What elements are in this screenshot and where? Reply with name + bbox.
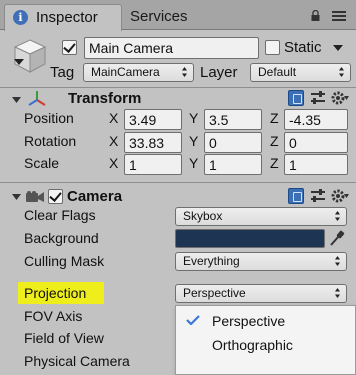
gear-icon[interactable] bbox=[331, 188, 349, 204]
scale-y-axis-label[interactable]: Y bbox=[189, 155, 198, 171]
menu-icon[interactable] bbox=[332, 10, 346, 22]
position-z-axis-label[interactable]: Z bbox=[270, 110, 279, 126]
position-x-axis-label[interactable]: X bbox=[109, 110, 118, 126]
help-book-icon[interactable] bbox=[288, 90, 304, 106]
divider bbox=[0, 182, 356, 183]
clear-flags-label: Clear Flags bbox=[24, 207, 96, 223]
help-book-icon[interactable] bbox=[288, 188, 304, 204]
updown-arrows-icon bbox=[339, 67, 344, 77]
layer-dropdown[interactable]: Default bbox=[250, 63, 351, 82]
layer-dropdown-value: Default bbox=[258, 65, 297, 79]
rotation-x-axis-label[interactable]: X bbox=[109, 133, 118, 149]
background-label: Background bbox=[24, 230, 99, 246]
gear-icon[interactable] bbox=[331, 90, 349, 106]
updown-arrows-icon bbox=[182, 67, 187, 77]
popup-option-perspective[interactable]: Perspective bbox=[176, 309, 355, 333]
position-y-field[interactable]: 3.5 bbox=[204, 109, 262, 130]
tag-dropdown-value: MainCamera bbox=[91, 65, 160, 79]
position-x-field[interactable]: 3.49 bbox=[124, 109, 182, 130]
scale-x-field[interactable]: 1 bbox=[124, 154, 182, 175]
updown-arrows-icon bbox=[335, 288, 340, 298]
rotation-y-axis-label[interactable]: Y bbox=[189, 133, 198, 149]
camera-title: Camera bbox=[67, 188, 123, 205]
tab-inspector-label: Inspector bbox=[36, 9, 98, 26]
position-y-axis-label[interactable]: Y bbox=[189, 110, 198, 126]
rotation-y-field[interactable]: 0 bbox=[204, 132, 262, 153]
presets-sliders-icon[interactable] bbox=[310, 188, 326, 204]
physical-camera-label: Physical Camera bbox=[24, 353, 130, 369]
active-checkbox[interactable] bbox=[62, 40, 77, 55]
rotation-z-field[interactable]: 0 bbox=[284, 132, 348, 153]
tab-services[interactable]: Services bbox=[130, 8, 188, 25]
scale-y-field[interactable]: 1 bbox=[204, 154, 262, 175]
tag-dropdown[interactable]: MainCamera bbox=[83, 63, 194, 82]
background-color-swatch[interactable] bbox=[175, 229, 325, 248]
transform-fold-arrow-icon[interactable] bbox=[12, 96, 21, 104]
transform-title: Transform bbox=[68, 90, 142, 107]
presets-sliders-icon[interactable] bbox=[310, 90, 326, 106]
updown-arrows-icon bbox=[335, 256, 340, 266]
info-icon: i bbox=[13, 10, 28, 25]
eyedropper-icon[interactable] bbox=[329, 229, 345, 247]
projection-popup-menu: Perspective Orthographic bbox=[175, 305, 356, 375]
clear-flags-dropdown[interactable]: Skybox bbox=[175, 207, 347, 226]
position-label: Position bbox=[24, 110, 74, 126]
checkmark-icon bbox=[186, 315, 200, 325]
icon-dropdown-arrow-icon[interactable] bbox=[14, 58, 24, 66]
static-label: Static bbox=[284, 39, 322, 56]
field-of-view-label: Field of View bbox=[24, 330, 104, 346]
rotation-z-axis-label[interactable]: Z bbox=[270, 133, 279, 149]
culling-mask-label: Culling Mask bbox=[24, 253, 105, 269]
culling-mask-dropdown[interactable]: Everything bbox=[175, 252, 347, 271]
scale-label: Scale bbox=[24, 155, 60, 171]
static-checkbox[interactable] bbox=[265, 40, 280, 55]
gameobject-cube-icon[interactable] bbox=[10, 36, 50, 76]
camera-icon bbox=[26, 191, 44, 202]
tab-inspector[interactable]: i Inspector bbox=[4, 4, 122, 31]
updown-arrows-icon bbox=[335, 211, 340, 221]
camera-fold-arrow-icon[interactable] bbox=[12, 193, 21, 201]
layer-label: Layer bbox=[200, 64, 238, 81]
position-z-field[interactable]: -4.35 bbox=[284, 109, 348, 130]
projection-label: Projection bbox=[24, 285, 87, 301]
static-dropdown-arrow-icon[interactable] bbox=[333, 44, 343, 52]
rotation-x-field[interactable]: 33.83 bbox=[124, 132, 182, 153]
scale-z-field[interactable]: 1 bbox=[284, 154, 348, 175]
projection-value: Perspective bbox=[183, 286, 246, 300]
divider bbox=[0, 87, 356, 88]
scale-x-axis-label[interactable]: X bbox=[109, 155, 118, 171]
popup-option-orthographic[interactable]: Orthographic bbox=[176, 333, 355, 357]
popup-option-label: Orthographic bbox=[212, 337, 293, 353]
tag-label: Tag bbox=[50, 64, 75, 81]
popup-option-label: Perspective bbox=[212, 313, 286, 329]
clear-flags-value: Skybox bbox=[183, 209, 223, 223]
transform-axes-icon bbox=[28, 91, 46, 106]
projection-dropdown[interactable]: Perspective bbox=[175, 284, 347, 303]
object-name-field[interactable]: Main Camera bbox=[84, 37, 259, 59]
scale-z-axis-label[interactable]: Z bbox=[270, 155, 279, 171]
culling-mask-value: Everything bbox=[183, 254, 240, 268]
rotation-label: Rotation bbox=[24, 133, 77, 149]
fov-axis-label: FOV Axis bbox=[24, 308, 83, 324]
camera-enabled-checkbox[interactable] bbox=[48, 189, 63, 204]
lock-icon[interactable] bbox=[310, 10, 321, 21]
